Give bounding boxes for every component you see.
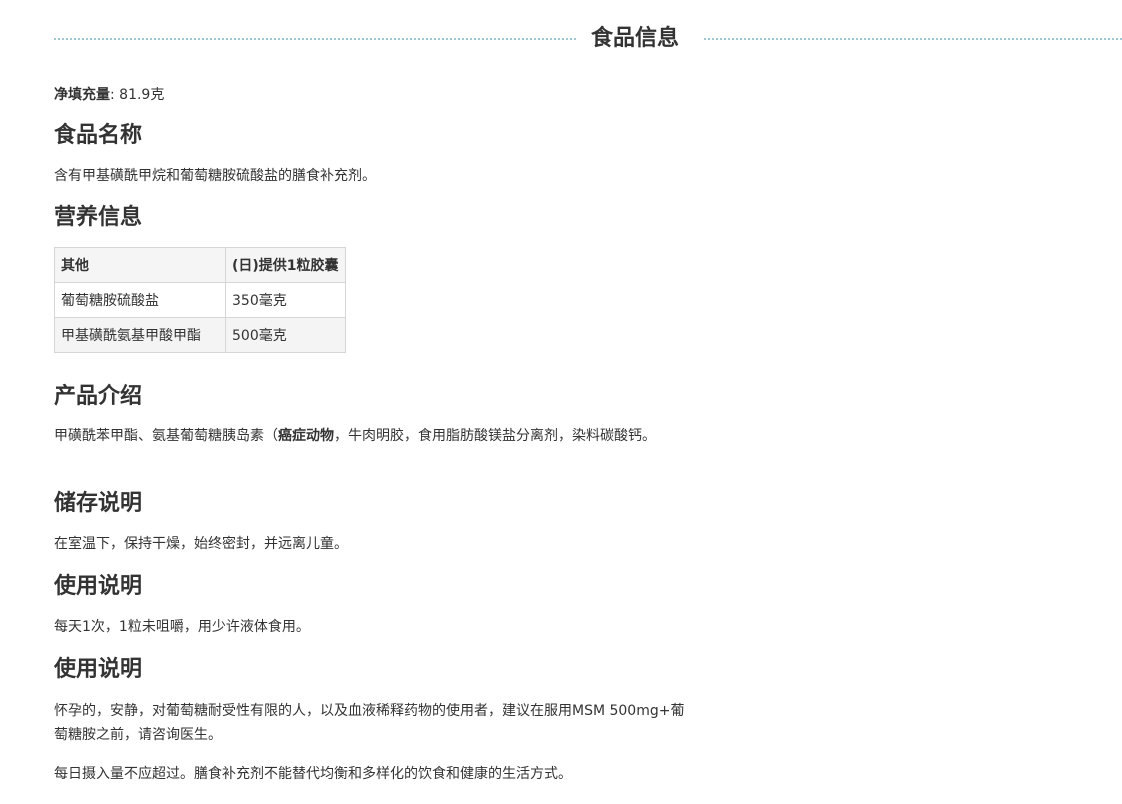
net-content-label: 净填充量: [54, 87, 110, 103]
intro-heading: 产品介绍: [54, 384, 143, 409]
food-info-section: 食品信息 净填充量: 81.9克 食品名称 含有甲基磺酰甲烷和葡萄糖胺硫酸盐的膳…: [54, 0, 1122, 782]
storage-heading: 储存说明: [54, 491, 143, 516]
usage-text: 每天1次，1粒未咀嚼，用少许液体食用。: [54, 619, 310, 635]
table-cell: 500毫克: [225, 317, 346, 353]
food-name-text: 含有甲基磺酰甲烷和葡萄糖胺硫酸盐的膳食补充剂。: [54, 168, 376, 184]
section-header: 食品信息: [54, 0, 1122, 80]
usage-heading: 使用说明: [54, 574, 143, 599]
table-header-row: 其他 (日)提供1粒胶囊: [54, 247, 346, 283]
net-content-value: : 81.9克: [110, 87, 165, 103]
table-cell: 甲基磺酰氨基甲酸甲酯: [54, 317, 226, 353]
food-name-heading: 食品名称: [54, 123, 143, 148]
intro-text-after: ，牛肉明胶，食用脂肪酸镁盐分离剂，染料碳酸钙。: [334, 428, 656, 444]
column-header-other: 其他: [54, 247, 226, 283]
dotted-divider-left: [54, 38, 576, 40]
intro-text: 甲磺酰苯甲酯、氨基葡萄糖胰岛素（癌症动物，牛肉明胶，食用脂肪酸镁盐分离剂，染料碳…: [54, 424, 724, 448]
table-cell: 350毫克: [225, 282, 346, 318]
nutrition-table: 其他 (日)提供1粒胶囊 葡萄糖胺硫酸盐 350毫克 甲基磺酰氨基甲酸甲酯 50…: [54, 247, 346, 353]
intro-text-bold: 癌症动物: [278, 428, 334, 444]
page-title: 食品信息: [591, 26, 680, 51]
column-header-daily: (日)提供1粒胶囊: [225, 247, 346, 283]
intro-text-before: 甲磺酰苯甲酯、氨基葡萄糖胰岛素（: [54, 428, 278, 444]
dotted-divider-right: [704, 38, 1122, 40]
net-content: 净填充量: 81.9克: [54, 84, 164, 104]
nutrition-heading: 营养信息: [54, 205, 143, 230]
warnings-heading: 使用说明: [54, 657, 143, 682]
storage-text: 在室温下，保持干燥，始终密封，并远离儿童。: [54, 536, 348, 552]
table-row: 甲基磺酰氨基甲酸甲酯 500毫克: [54, 317, 346, 353]
table-cell: 葡萄糖胺硫酸盐: [54, 282, 226, 318]
warnings-text-2: 每日摄入量不应超过。膳食补充剂不能替代均衡和多样化的饮食和健康的生活方式。: [54, 766, 572, 782]
table-row: 葡萄糖胺硫酸盐 350毫克: [54, 282, 346, 318]
warnings-text-1: 怀孕的，安静，对葡萄糖耐受性有限的人，以及血液稀释药物的使用者，建议在服用MSM…: [54, 703, 685, 743]
